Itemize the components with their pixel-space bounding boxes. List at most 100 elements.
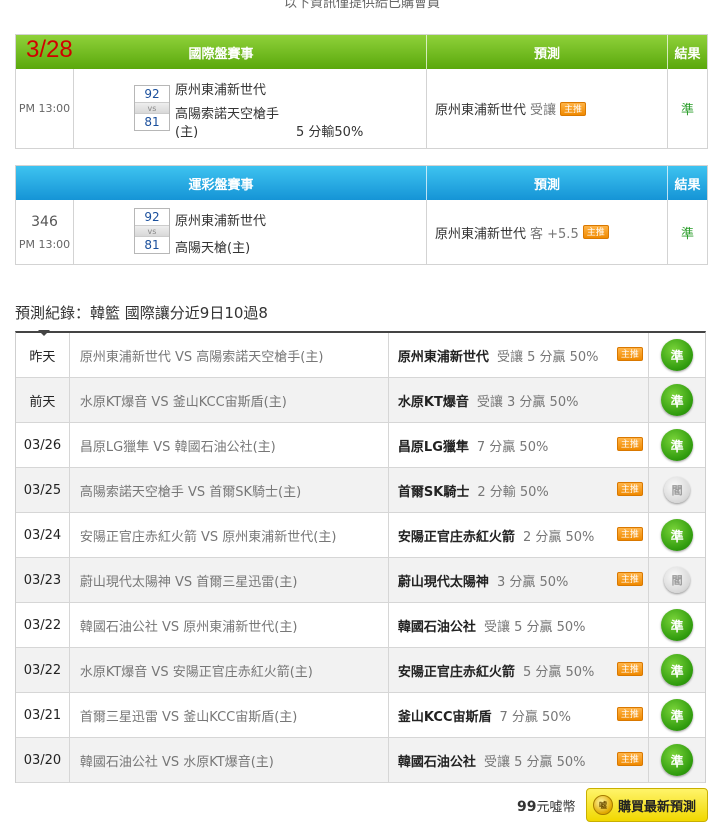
team-away: 原州東浦新世代 xyxy=(175,83,267,98)
record-prediction-note: 2 分輸 50% xyxy=(477,484,549,500)
intl-game-row: PM 13:00 92 vs 81 原州東浦新世代 高陽索諾天空槍手 (主) 5… xyxy=(16,69,707,148)
record-prediction: 原州東浦新世代 受讓 5 分贏 50% 主推 xyxy=(389,333,650,377)
record-prediction-note: 7 分贏 50% xyxy=(476,439,549,455)
record-prediction-note: 受讓 5 分贏 50% xyxy=(483,619,586,635)
main-pick-badge: 主推 xyxy=(616,437,643,451)
record-title: 預測紀錄：韓籃 國際讓分近9日10過8 xyxy=(15,304,268,322)
main-pick-badge: 主推 xyxy=(616,572,643,586)
lottery-header-result: 結果 xyxy=(674,177,701,193)
record-predicted-team: 原州東浦新世代 xyxy=(397,349,489,365)
game-time: PM 13:00 xyxy=(18,102,71,115)
main-pick-badge: 主推 xyxy=(582,225,609,239)
result-text: 準 xyxy=(680,103,694,118)
record-prediction-note: 受讓 3 分贏 50% xyxy=(476,394,579,410)
scoreboard: 92 vs 81 xyxy=(134,85,170,131)
result-ball-icon: 準 xyxy=(661,699,694,731)
record-predicted-team: 韓國石油公社 xyxy=(397,754,476,770)
record-prediction-note: 3 分贏 50% xyxy=(496,574,569,590)
record-predicted-team: 首爾SK騎士 xyxy=(397,484,470,500)
result-ball-icon: 準 xyxy=(661,384,694,416)
intl-header-result: 結果 xyxy=(674,46,701,62)
record-date: 03/24 xyxy=(16,513,70,557)
game-time: PM 13:00 xyxy=(18,237,71,251)
record-predicted-team: 水原KT爆音 xyxy=(397,394,469,410)
main-pick-badge: 主推 xyxy=(616,527,643,541)
record-match-text: 韓國石油公社 VS 原州東浦新世代(主) xyxy=(79,619,298,635)
record-row: 昨天 原州東浦新世代 VS 高陽索諾天空槍手(主) 原州東浦新世代 受讓 5 分贏 5… xyxy=(16,333,705,378)
main-pick-badge: 主推 xyxy=(616,347,643,361)
record-match: 韓國石油公社 VS 原州東浦新世代(主) xyxy=(70,603,389,647)
prediction-note: 客 +5.5 xyxy=(530,226,579,242)
record-prediction: 水原KT爆音 受讓 3 分贏 50% xyxy=(389,378,650,422)
record-match-text: 原州東浦新世代 VS 高陽索諾天空槍手(主) xyxy=(79,349,324,365)
record-prediction: 釜山KCC宙斯盾 7 分贏 50% 主推 xyxy=(389,693,650,737)
record-date-text: 03/20 xyxy=(23,752,62,768)
record-date-text: 昨天 xyxy=(29,349,56,365)
result-cell: 準 xyxy=(668,69,707,148)
team-home: 高陽索諾天空槍手 xyxy=(175,107,280,122)
game-time-cell: PM 13:00 xyxy=(16,69,74,148)
home-marker: (主) xyxy=(175,125,199,140)
record-date: 昨天 xyxy=(16,333,70,377)
record-date-text: 前天 xyxy=(29,394,56,410)
price-unit: 元噓幣 xyxy=(536,800,576,815)
result-ball-icon: 閻 xyxy=(664,477,691,503)
main-pick-badge: 主推 xyxy=(616,662,643,676)
record-row: 03/23 蔚山現代太陽神 VS 首爾三星迅雷(主) 蔚山現代太陽神 3 分贏 50%… xyxy=(16,558,705,603)
record-match: 韓國石油公社 VS 水原KT爆音(主) xyxy=(70,738,389,782)
match-cell: 92 vs 81 原州東浦新世代 高陽索諾天空槍手 (主) 5 分輸50% xyxy=(74,69,427,148)
predicted-team: 原州東浦新世代 xyxy=(435,226,527,242)
record-predicted-team: 蔚山現代太陽神 xyxy=(397,574,489,590)
record-prediction: 安陽正官庄赤紅火箭 5 分贏 50% 主推 xyxy=(389,648,650,692)
record-date-text: 03/21 xyxy=(23,707,62,723)
record-prediction-note: 5 分贏 50% xyxy=(522,664,595,680)
record-date: 03/22 xyxy=(16,603,70,647)
record-date: 03/26 xyxy=(16,423,70,467)
record-row: 03/21 首爾三星迅雷 VS 釜山KCC宙斯盾(主) 釜山KCC宙斯盾 7 分贏 5… xyxy=(16,693,705,738)
game-date: 3/28 xyxy=(26,36,73,63)
vs-label: vs xyxy=(135,225,169,237)
record-date-text: 03/22 xyxy=(23,662,62,678)
record-prediction: 昌原LG獵隼 7 分贏 50% 主推 xyxy=(389,423,650,467)
record-predicted-team: 安陽正官庄赤紅火箭 xyxy=(397,529,515,545)
game-number: 346 xyxy=(31,213,58,230)
record-prediction-note: 2 分贏 50% xyxy=(522,529,595,545)
team-away: 原州東浦新世代 xyxy=(175,214,267,229)
record-prediction-note: 受讓 5 分贏 50% xyxy=(483,754,586,770)
buy-latest-prediction-button[interactable]: 噓 購買最新預測 xyxy=(586,788,708,822)
result-cell: 準 xyxy=(668,200,707,264)
score-home: 81 xyxy=(144,115,160,129)
intl-header-event-label: 國際盤賽事 xyxy=(188,46,254,62)
price-amount: 99 xyxy=(517,799,537,815)
result-text: 準 xyxy=(680,226,694,242)
record-date: 前天 xyxy=(16,378,70,422)
record-row: 03/24 安陽正官庄赤紅火箭 VS 原州東浦新世代(主) 安陽正官庄赤紅火箭 2 分… xyxy=(16,513,705,558)
intl-table-header: 3/28 國際盤賽事 預測 結果 xyxy=(16,35,707,69)
coin-icon: 噓 xyxy=(593,795,613,815)
team-home: 高陽天槍(主) xyxy=(175,241,251,256)
record-prediction-note: 受讓 5 分贏 50% xyxy=(496,349,599,365)
record-date: 03/22 xyxy=(16,648,70,692)
main-pick-badge: 主推 xyxy=(616,752,643,766)
record-predicted-team: 安陽正官庄赤紅火箭 xyxy=(397,664,515,680)
record-date-text: 03/24 xyxy=(23,527,62,543)
result-ball-icon: 準 xyxy=(661,654,694,686)
match-cell: 92 vs 81 原州東浦新世代 高陽天槍(主) xyxy=(74,200,427,264)
record-prediction: 安陽正官庄赤紅火箭 2 分贏 50% 主推 xyxy=(389,513,650,557)
record-match-text: 首爾三星迅雷 VS 釜山KCC宙斯盾(主) xyxy=(79,709,298,725)
record-prediction-note: 7 分贏 50% xyxy=(499,709,571,725)
prediction-cell: 原州東浦新世代 客 +5.5 主推 xyxy=(427,200,668,264)
record-result: 閻 xyxy=(649,468,705,512)
predicted-team: 原州東浦新世代 xyxy=(435,103,527,118)
price-label: 99元噓幣 xyxy=(517,796,576,815)
vs-label: vs xyxy=(135,102,169,114)
record-predicted-team: 韓國石油公社 xyxy=(397,619,476,635)
prediction-note: 受讓 xyxy=(530,103,557,118)
record-date-text: 03/23 xyxy=(23,572,62,588)
record-predicted-team: 釜山KCC宙斯盾 xyxy=(397,709,492,725)
record-row: 03/25 高陽索諾天空槍手 VS 首爾SK騎士(主) 首爾SK騎士 2 分輸 50%… xyxy=(16,468,705,513)
record-match: 原州東浦新世代 VS 高陽索諾天空槍手(主) xyxy=(70,333,389,377)
score-home: 81 xyxy=(144,238,160,252)
record-date: 03/25 xyxy=(16,468,70,512)
record-date: 03/20 xyxy=(16,738,70,782)
